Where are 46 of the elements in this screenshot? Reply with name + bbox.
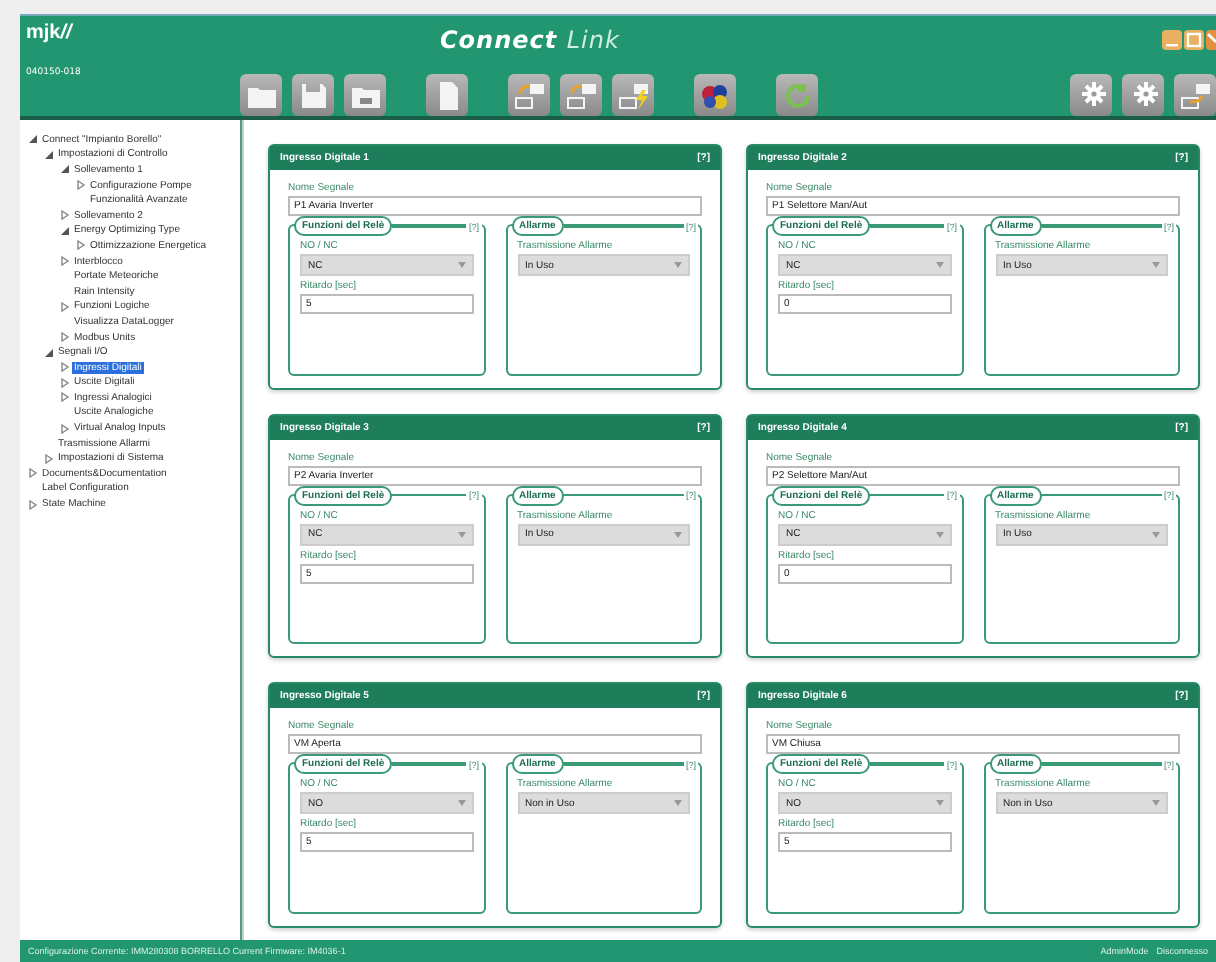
gear-device-icon[interactable] bbox=[1070, 74, 1112, 116]
device-upload-icon[interactable] bbox=[508, 74, 550, 116]
dropdown-arrow-icon bbox=[1152, 531, 1160, 538]
expanded-arrow-icon[interactable] bbox=[60, 164, 70, 175]
collapsed-arrow-icon[interactable] bbox=[60, 332, 70, 343]
folder-icon[interactable] bbox=[240, 74, 282, 116]
folder-device-icon[interactable] bbox=[344, 74, 386, 116]
dropdown-arrow-icon bbox=[935, 531, 943, 538]
dropdown-arrow-icon bbox=[674, 531, 682, 538]
collapsed-arrow-icon[interactable] bbox=[44, 453, 54, 464]
flags-icon[interactable] bbox=[694, 74, 736, 116]
collapsed-arrow-icon[interactable] bbox=[76, 240, 86, 251]
collapsed-arrow-icon[interactable] bbox=[28, 499, 38, 510]
collapsed-arrow-icon[interactable] bbox=[60, 362, 70, 373]
dropdown-arrow-icon bbox=[674, 262, 682, 268]
dropdown-arrow-icon bbox=[457, 800, 465, 807]
minimize-button[interactable] bbox=[1162, 30, 1182, 50]
expanded-arrow-icon[interactable] bbox=[60, 225, 70, 236]
logo: mjk// bbox=[24, 20, 75, 48]
app-title: Connect Link bbox=[440, 26, 620, 54]
expanded-arrow-icon[interactable] bbox=[44, 149, 54, 160]
collapsed-arrow-icon[interactable] bbox=[76, 180, 86, 191]
collapsed-arrow-icon[interactable] bbox=[60, 301, 70, 312]
document-icon[interactable] bbox=[426, 74, 468, 116]
maximize-button[interactable] bbox=[1184, 30, 1204, 50]
collapsed-arrow-icon[interactable] bbox=[60, 377, 70, 388]
expanded-arrow-icon[interactable] bbox=[28, 134, 38, 145]
dropdown-arrow-icon bbox=[457, 531, 465, 538]
dropdown-arrow-icon bbox=[935, 262, 943, 268]
close-button[interactable] bbox=[1206, 30, 1216, 50]
expanded-arrow-icon[interactable] bbox=[44, 347, 54, 358]
maximize-icon bbox=[1186, 32, 1202, 48]
lightning-device-icon[interactable] bbox=[612, 74, 654, 116]
close-icon bbox=[1206, 32, 1216, 48]
dropdown-arrow-icon bbox=[935, 800, 943, 807]
gear-icon[interactable] bbox=[1122, 74, 1164, 116]
dropdown-arrow-icon bbox=[1152, 262, 1160, 268]
collapsed-arrow-icon[interactable] bbox=[60, 256, 70, 267]
collapsed-arrow-icon[interactable] bbox=[60, 423, 70, 434]
collapsed-arrow-icon[interactable] bbox=[28, 468, 38, 479]
collapsed-arrow-icon[interactable] bbox=[60, 392, 70, 403]
dropdown-arrow-icon bbox=[674, 800, 682, 807]
dropdown-arrow-icon bbox=[457, 262, 465, 268]
device-download-icon[interactable] bbox=[560, 74, 602, 116]
dropdown-arrow-icon bbox=[1152, 800, 1160, 807]
collapsed-arrow-icon[interactable] bbox=[60, 210, 70, 221]
